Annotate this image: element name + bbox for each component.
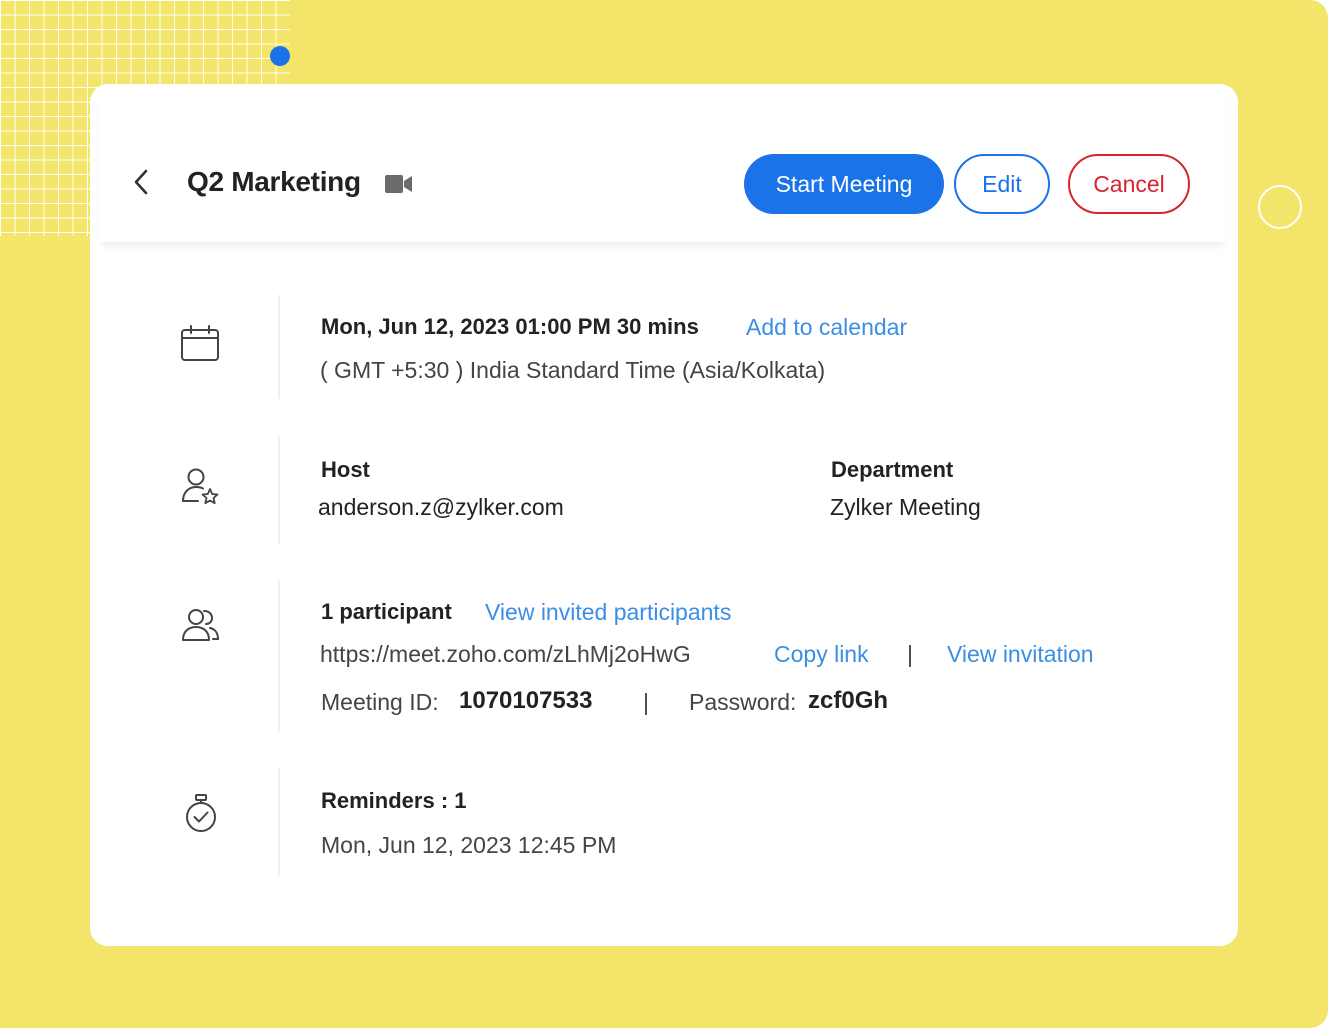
section-divider [278,436,280,544]
meeting-id-value: 1070107533 [459,687,593,714]
meeting-id-label: Meeting ID: [321,689,439,715]
stopwatch-icon [186,794,216,832]
video-camera-icon [385,175,412,193]
chevron-left-icon [134,169,148,195]
reminders-section: Reminders : 1 Mon, Jun 12, 2023 12:45 PM [90,768,1238,876]
meeting-details-card: Q2 Marketing Start Meeting Edit Cancel M… [90,84,1238,946]
participants-section: 1 participant View invited participants … [90,580,1238,732]
meeting-link-text: https://meet.zoho.com/zLhMj2oHwG [320,641,691,667]
calendar-icon [181,325,219,361]
host-email: anderson.z@zylker.com [318,494,564,520]
reminder-time: Mon, Jun 12, 2023 12:45 PM [321,832,617,858]
meeting-datetime: Mon, Jun 12, 2023 01:00 PM 30 mins [321,314,699,339]
separator: | [643,689,649,715]
participant-count: 1 participant [321,599,452,624]
copy-link[interactable]: Copy link [774,639,869,669]
section-divider [278,580,280,732]
password-label: Password: [689,689,797,715]
host-label: Host [321,457,370,482]
separator: | [907,641,913,667]
page-title: Q2 Marketing [187,166,361,197]
meeting-header: Q2 Marketing Start Meeting Edit Cancel [98,84,1228,242]
schedule-section: Mon, Jun 12, 2023 01:00 PM 30 mins Add t… [90,295,1238,399]
blue-dot-decoration [270,46,290,66]
ring-decoration [1258,185,1302,229]
section-divider [278,295,280,399]
department-value: Zylker Meeting [830,494,981,520]
user-star-icon [182,468,219,505]
view-invitation-link[interactable]: View invitation [947,639,1094,669]
add-to-calendar-link[interactable]: Add to calendar [746,312,907,342]
reminders-label: Reminders : 1 [321,788,467,813]
users-icon [182,609,220,641]
timezone-text: ( GMT +5:30 ) India Standard Time (Asia/… [320,357,826,383]
back-button[interactable] [126,164,156,200]
start-meeting-button[interactable]: Start Meeting [744,154,944,214]
cancel-button[interactable]: Cancel [1068,154,1190,214]
host-section: Host anderson.z@zylker.com Department Zy… [90,436,1238,544]
edit-button[interactable]: Edit [954,154,1050,214]
password-value: zcf0Gh [808,687,889,714]
department-label: Department [831,457,954,482]
section-divider [278,768,280,876]
view-invited-participants-link[interactable]: View invited participants [485,597,731,627]
